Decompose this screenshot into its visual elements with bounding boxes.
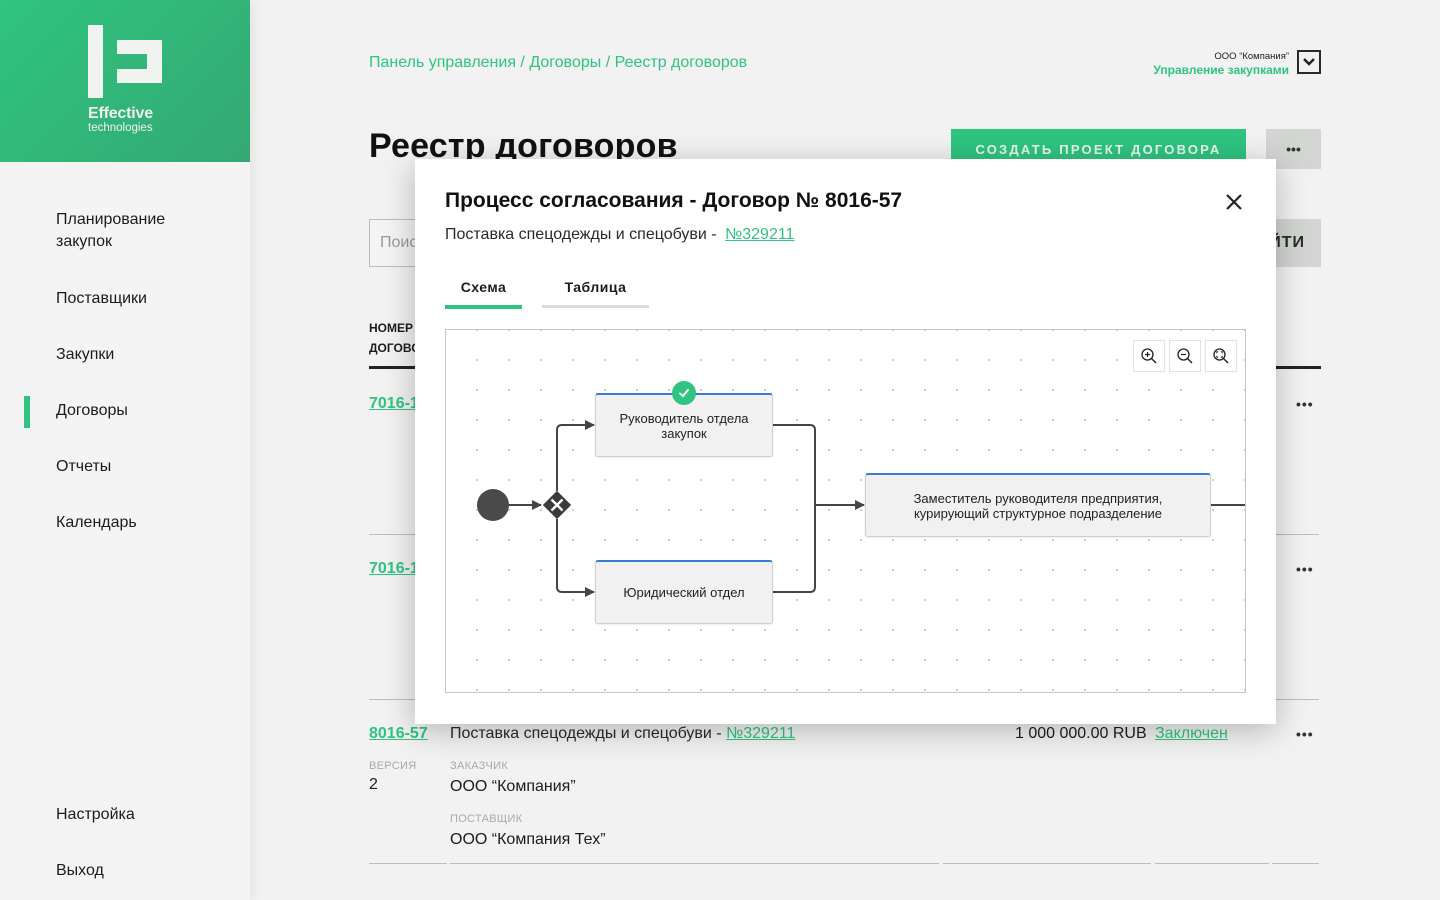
contract-description-text: Поставка спецодежды и спецобуви - bbox=[450, 725, 727, 742]
completed-check-icon bbox=[672, 381, 696, 405]
contract-amount: 1 000 000.00 RUB bbox=[1015, 725, 1147, 742]
breadcrumb-registry[interactable]: Реестр договоров bbox=[615, 54, 748, 71]
process-node-legal[interactable]: Юридический отдел bbox=[595, 560, 773, 624]
modal-lot-link[interactable]: №329211 bbox=[725, 226, 794, 243]
version-value: 2 bbox=[369, 776, 378, 793]
tab-scheme-underline bbox=[445, 305, 522, 309]
contract-number-link[interactable]: 7016-1 bbox=[369, 560, 419, 578]
contract-number-link[interactable]: 7016-1 bbox=[369, 395, 419, 413]
active-indicator bbox=[24, 396, 30, 428]
breadcrumb-separator: / bbox=[601, 54, 615, 71]
org-name: ООО “Компания” bbox=[1214, 51, 1289, 62]
row-divider bbox=[369, 863, 447, 864]
zoom-in-button[interactable] bbox=[1133, 340, 1165, 372]
sidebar-item-contracts[interactable]: Договоры bbox=[56, 400, 128, 422]
lot-link[interactable]: №329211 bbox=[726, 725, 795, 742]
flow-node1-merge bbox=[773, 424, 816, 593]
exclusive-gateway bbox=[542, 490, 572, 520]
row-divider bbox=[943, 863, 1151, 864]
zoom-out-button[interactable] bbox=[1169, 340, 1201, 372]
diagram-canvas[interactable]: Руководитель отдела закупок Юридический … bbox=[445, 329, 1246, 693]
zoom-fit-icon bbox=[1213, 348, 1229, 364]
sidebar-item-planning[interactable]: Планирование закупок bbox=[56, 209, 196, 253]
breadcrumb-separator: / bbox=[515, 54, 530, 71]
chevron-down-icon bbox=[1303, 58, 1315, 66]
org-role: Управление закупками bbox=[1153, 63, 1289, 77]
sidebar-item-suppliers[interactable]: Поставщики bbox=[56, 288, 147, 310]
row-divider bbox=[1155, 863, 1269, 864]
logo-name: Effective bbox=[88, 105, 153, 122]
sidebar-item-logout[interactable]: Выход bbox=[56, 860, 104, 882]
modal-title: Процесс согласования - Договор № 8016-57 bbox=[445, 189, 903, 212]
process-node-deputy-director[interactable]: Заместитель руководителя предприятия, ку… bbox=[865, 473, 1211, 537]
close-button[interactable] bbox=[1221, 189, 1247, 215]
row-more-button[interactable]: ••• bbox=[1296, 561, 1314, 577]
breadcrumb: Панель управления / Договоры / Реестр до… bbox=[369, 54, 747, 72]
customer-value: ООО “Компания” bbox=[450, 778, 576, 795]
modal-subtitle: Поставка спецодежды и спецобуви - №32921… bbox=[445, 226, 794, 244]
zoom-in-icon bbox=[1141, 348, 1157, 364]
flow-gateway-node1 bbox=[556, 420, 595, 491]
contract-status-link[interactable]: Заключен bbox=[1155, 725, 1228, 743]
customer-label: ЗАКАЗЧИК bbox=[450, 760, 509, 772]
version-label: ВЕРСИЯ bbox=[369, 760, 417, 772]
sidebar-item-reports[interactable]: Отчеты bbox=[56, 456, 111, 478]
sidebar-item-purchases[interactable]: Закупки bbox=[56, 344, 114, 366]
contract-number-link[interactable]: 8016-57 bbox=[369, 725, 428, 743]
zoom-fit-button[interactable] bbox=[1205, 340, 1237, 372]
row-divider bbox=[450, 863, 939, 864]
sidebar: Effective technologies Планирование заку… bbox=[0, 0, 250, 900]
logo[interactable]: Effective technologies bbox=[0, 0, 250, 162]
row-divider bbox=[1272, 863, 1319, 864]
org-menu-toggle[interactable] bbox=[1297, 50, 1321, 74]
start-event bbox=[477, 489, 509, 521]
breadcrumb-dashboard[interactable]: Панель управления bbox=[369, 54, 516, 71]
logo-mark-icon bbox=[88, 25, 163, 98]
logo-tagline: technologies bbox=[88, 122, 153, 134]
contract-description: Поставка спецодежды и спецобуви - №32921… bbox=[450, 725, 795, 743]
supplier-label: ПОСТАВЩИК bbox=[450, 813, 523, 825]
tab-table-underline bbox=[542, 305, 649, 308]
flow-gateway-node2 bbox=[556, 519, 595, 597]
sidebar-item-settings[interactable]: Настройка bbox=[56, 804, 135, 826]
breadcrumb-contracts[interactable]: Договоры bbox=[529, 54, 601, 71]
row-more-button[interactable]: ••• bbox=[1296, 726, 1314, 742]
approval-process-modal: Процесс согласования - Договор № 8016-57… bbox=[415, 159, 1276, 724]
tab-table[interactable]: Таблица bbox=[542, 279, 649, 295]
modal-subtitle-text: Поставка спецодежды и спецобуви - bbox=[445, 226, 722, 243]
zoom-out-icon bbox=[1177, 348, 1193, 364]
tab-scheme[interactable]: Схема bbox=[445, 279, 522, 295]
row-more-button[interactable]: ••• bbox=[1296, 396, 1314, 412]
close-icon bbox=[1226, 194, 1242, 210]
supplier-value: ООО “Компания Тех” bbox=[450, 831, 606, 848]
sidebar-item-calendar[interactable]: Календарь bbox=[56, 512, 137, 534]
org-info: ООО “Компания” Управление закупками bbox=[1153, 51, 1289, 77]
